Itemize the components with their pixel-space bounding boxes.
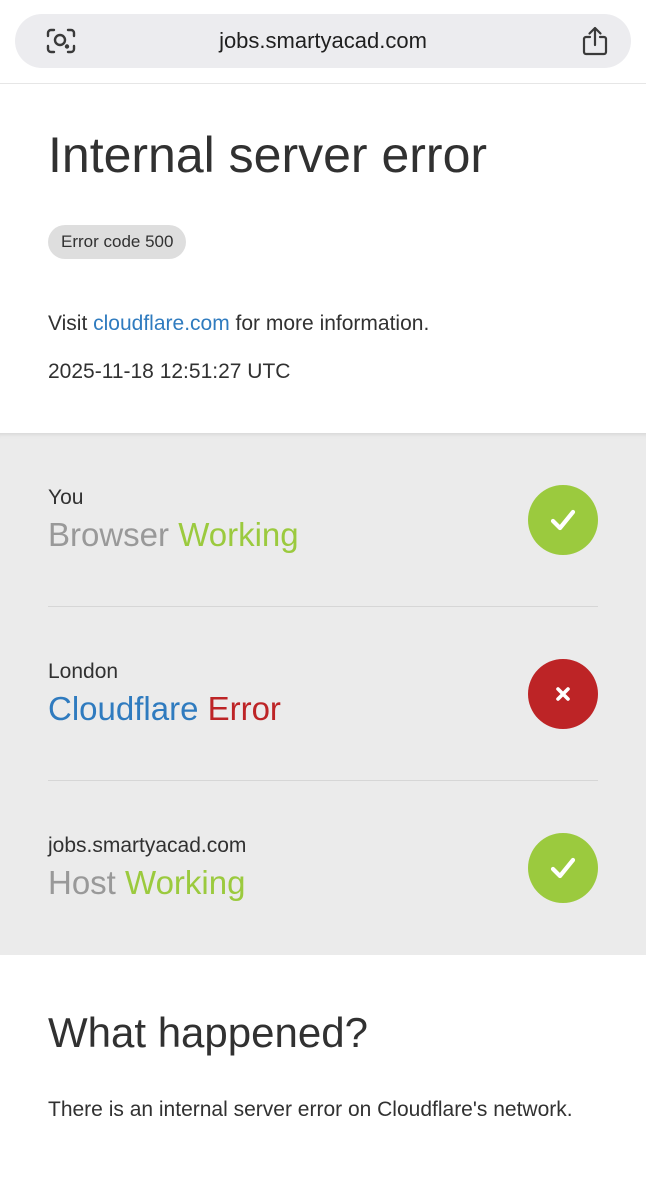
status-state: Working	[178, 516, 299, 553]
status-component: Cloudflare	[48, 690, 199, 727]
checkmark-icon	[528, 833, 598, 903]
status-state: Working	[125, 864, 246, 901]
error-code-badge: Error code 500	[48, 225, 187, 259]
status-line: Browser Working	[48, 515, 299, 555]
cross-icon	[528, 659, 598, 729]
browser-toolbar: jobs.smartyacad.com	[0, 0, 646, 84]
timestamp: 2025-11-18 12:51:27 UTC	[48, 360, 291, 383]
what-happened-body: There is an internal server error on Clo…	[48, 1098, 573, 1121]
address-bar[interactable]: jobs.smartyacad.com	[15, 14, 631, 68]
what-happened-section: What happened? There is an internal serv…	[0, 955, 646, 1200]
status-section: You Browser Working London Cloudflare Er…	[0, 433, 646, 955]
visit-prefix: Visit	[48, 312, 88, 335]
what-happened-heading: What happened?	[48, 1009, 368, 1056]
status-line: Cloudflare Error	[48, 689, 281, 729]
status-row-cloudflare: London Cloudflare Error	[48, 607, 598, 781]
error-header: Internal server error Error code 500 Vis…	[0, 85, 646, 433]
cloudflare-link[interactable]: cloudflare.com	[93, 312, 230, 335]
status-location: jobs.smartyacad.com	[48, 834, 247, 857]
status-component: Browser	[48, 516, 170, 553]
visit-suffix: for more information.	[235, 312, 430, 335]
status-line: Host Working	[48, 863, 245, 903]
checkmark-icon	[528, 485, 598, 555]
status-location: London	[48, 660, 119, 683]
status-component: Host	[48, 864, 116, 901]
url-text[interactable]: jobs.smartyacad.com	[15, 14, 631, 68]
status-row-host: jobs.smartyacad.com Host Working	[48, 781, 598, 955]
visit-info: Visit cloudflare.com for more informatio…	[48, 309, 429, 339]
status-location: You	[48, 486, 84, 509]
status-state: Error	[207, 690, 281, 727]
page-title: Internal server error	[48, 127, 488, 183]
status-row-browser: You Browser Working	[48, 433, 598, 607]
share-icon[interactable]	[581, 26, 609, 56]
